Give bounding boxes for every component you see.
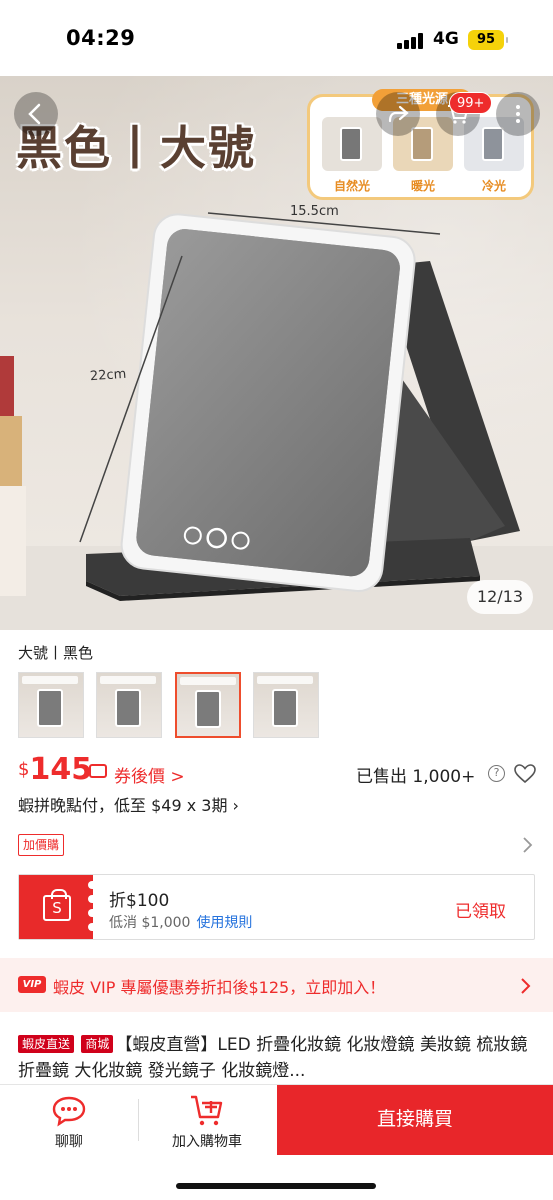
- vip-promo-text: 蝦皮 VIP 專屬優惠券折扣後$125，立即加入！: [53, 978, 386, 997]
- more-vertical-icon: [516, 105, 520, 123]
- status-time: 04:29: [66, 26, 136, 50]
- light-label-cool: 冷光: [481, 179, 506, 193]
- help-icon[interactable]: ?: [488, 765, 505, 782]
- cellular-signal-icon: [397, 33, 427, 49]
- chat-button[interactable]: 聊聊: [0, 1085, 138, 1155]
- add-to-cart-icon: [191, 1095, 223, 1126]
- height-dimension: 22cm: [89, 366, 127, 385]
- chevron-right-icon: [521, 978, 531, 994]
- voucher-discount: 折$100: [109, 891, 170, 911]
- voucher-condition: 低消 $1,000 使用規則: [109, 912, 252, 932]
- installment-info[interactable]: 蝦拼晚點付，低至 $49 x 3期 ›: [18, 792, 239, 816]
- variant-thumbnail[interactable]: [18, 672, 84, 738]
- share-button[interactable]: [376, 92, 420, 136]
- chat-icon: [52, 1096, 86, 1127]
- width-dimension: 15.5cm: [290, 204, 339, 219]
- vip-badge: VIP: [18, 976, 46, 993]
- light-label-warm: 暖光: [410, 179, 435, 193]
- vip-banner[interactable]: VIP 蝦皮 VIP 專屬優惠券折扣後$125，立即加入！: [0, 958, 553, 1012]
- light-swatch-natural: [322, 117, 382, 171]
- shop-voucher[interactable]: S 折$100 低消 $1,000 使用規則 已領取: [18, 874, 535, 940]
- cart-count-badge: 99+: [449, 92, 493, 114]
- selected-variant-label: 大號丨黑色: [18, 644, 94, 662]
- battery-icon: 95: [468, 30, 508, 50]
- shopee-direct-tag: 蝦皮直送: [18, 1035, 75, 1053]
- home-indicator[interactable]: [176, 1183, 376, 1189]
- status-bar: 04:29 4G 95: [0, 0, 553, 76]
- product-page: 04:29 4G 95 15.5cm 22cm 黑色丨大號 三種光源 自然光 暖…: [0, 0, 553, 1200]
- variant-thumbnail-selected[interactable]: [175, 672, 241, 738]
- more-options-button[interactable]: [496, 92, 540, 136]
- voucher-rules-link[interactable]: 使用規則: [196, 915, 252, 931]
- voucher-left-panel: S: [19, 875, 94, 939]
- variant-thumbnail[interactable]: [96, 672, 162, 738]
- after-coupon-price-link[interactable]: 券後價 >: [114, 762, 185, 787]
- mall-tag: 商城: [81, 1035, 114, 1053]
- heart-icon[interactable]: [514, 764, 536, 784]
- chevron-right-icon[interactable]: [522, 836, 534, 854]
- shopee-bag-icon: S: [43, 889, 71, 921]
- voucher-claimed-status: 已領取: [455, 902, 506, 922]
- add-to-cart-button[interactable]: 加入購物車: [138, 1085, 276, 1155]
- add-to-cart-label: 加入購物車: [172, 1134, 242, 1150]
- product-image-carousel[interactable]: 15.5cm 22cm 黑色丨大號 三種光源 自然光 暖光 冷光 99+ 12/…: [0, 76, 553, 630]
- back-arrow-icon: [28, 103, 41, 125]
- price-currency: $: [18, 759, 30, 780]
- price: $145: [18, 752, 92, 787]
- coupon-icon: [89, 764, 107, 778]
- light-label-natural: 自然光: [333, 179, 370, 193]
- sold-count: 已售出 1,000+: [356, 767, 476, 787]
- chat-label: 聊聊: [55, 1134, 83, 1150]
- voucher-min-spend: 低消 $1,000: [109, 915, 191, 931]
- image-counter: 12/13: [467, 580, 533, 614]
- buy-now-button[interactable]: 直接購買: [277, 1085, 553, 1155]
- network-type: 4G: [433, 29, 459, 49]
- variant-thumbnail[interactable]: [253, 672, 319, 738]
- addon-purchase-tag[interactable]: 加價購: [18, 834, 65, 856]
- share-icon: [388, 105, 409, 123]
- product-title: 蝦皮直送 商城 【蝦皮直營】LED 折疊化妝鏡 化妝燈鏡 美妝鏡 梳妝鏡 折疊鏡 …: [18, 1032, 533, 1084]
- price-amount: 145: [29, 752, 93, 787]
- back-button[interactable]: [14, 92, 58, 136]
